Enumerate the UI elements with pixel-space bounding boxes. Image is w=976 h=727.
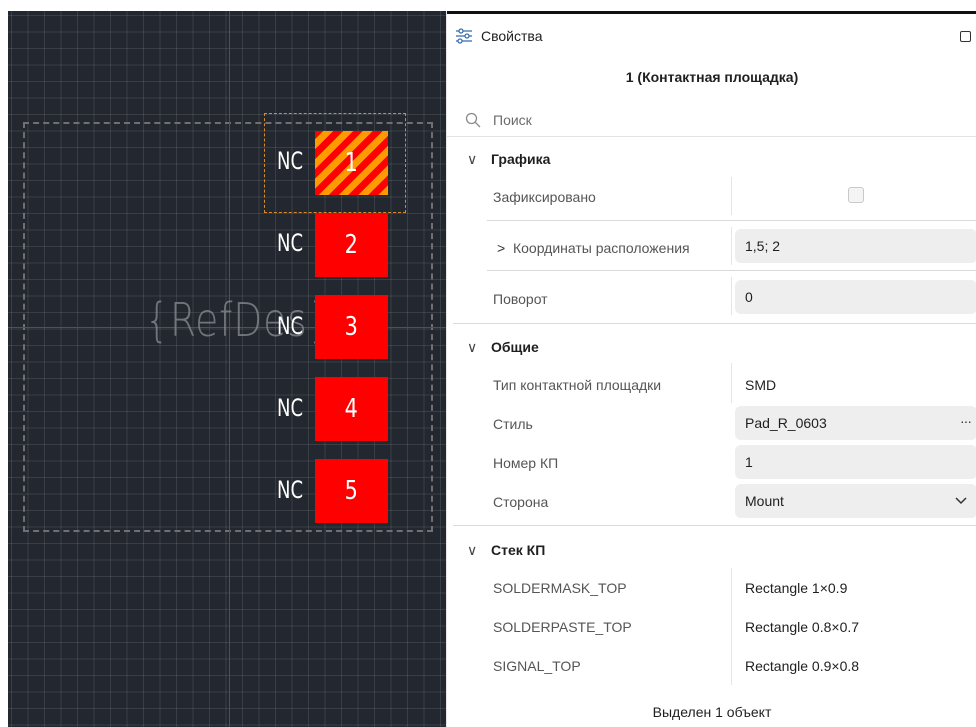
style-value: Pad_R_0603 (745, 415, 827, 431)
pad-number-field[interactable]: 1 (735, 445, 976, 479)
coords-value: 1,5; 2 (745, 238, 781, 254)
sliders-icon (456, 28, 472, 44)
pad-4[interactable]: 4 (315, 377, 388, 441)
chevron-down-icon (955, 497, 967, 505)
pad-number-value: 1 (745, 454, 753, 470)
section-title: Общие (491, 339, 539, 355)
fixed-checkbox[interactable] (848, 187, 864, 203)
rotation-value: 0 (745, 289, 753, 305)
coords-expand-row[interactable]: > Координаты расположения (497, 240, 690, 256)
style-field[interactable]: Pad_R_0603 ··· (735, 406, 976, 440)
panel-top-border (447, 11, 976, 14)
pad-2[interactable]: 2 (315, 213, 388, 277)
section-stack-header[interactable]: ∨ Стек КП (467, 542, 545, 559)
search-input[interactable]: Поиск (493, 112, 532, 128)
pad-net-label: NC (277, 312, 304, 340)
more-icon[interactable]: ··· (960, 413, 972, 429)
pad-5[interactable]: 5 (315, 459, 388, 523)
pcb-canvas[interactable]: {RefDes} NC 1 NC 2 NC 3 NC 4 NC 5 (8, 11, 446, 727)
search-icon (465, 112, 481, 128)
chevron-down-icon: ∨ (467, 151, 478, 167)
divider (447, 136, 976, 137)
column-divider (731, 227, 732, 265)
pad-net-label: NC (277, 476, 304, 504)
pad-net-label: NC (277, 394, 304, 422)
fixed-label: Зафиксировано (493, 189, 596, 205)
pad-number: 2 (344, 230, 359, 260)
rotation-label: Поворот (493, 291, 548, 307)
origin-axis-vertical (229, 11, 230, 727)
chevron-right-icon: > (497, 240, 506, 256)
pad-3[interactable]: 3 (315, 295, 388, 359)
section-title: Стек КП (491, 542, 546, 558)
rotation-field[interactable]: 0 (735, 280, 976, 314)
properties-panel: Свойства 1 (Контактная площадка) Поиск ∨… (446, 11, 976, 727)
stack-layer-label: SOLDERMASK_TOP (493, 580, 627, 596)
stack-layer-value: Rectangle 1×0.9 (745, 580, 848, 596)
column-divider (731, 363, 732, 403)
pad-type-value: SMD (745, 377, 777, 393)
stack-layer-value: Rectangle 0.8×0.7 (745, 619, 860, 635)
pad-number: 4 (344, 394, 359, 424)
chevron-down-icon: ∨ (467, 542, 478, 558)
selection-status: Выделен 1 объект (652, 704, 772, 720)
divider (487, 220, 976, 221)
stack-layer-label: SIGNAL_TOP (493, 658, 581, 674)
pad-number: 5 (344, 476, 359, 506)
chevron-down-icon: ∨ (467, 339, 478, 355)
column-divider (731, 568, 732, 685)
search-field[interactable]: Поиск (465, 105, 976, 135)
panel-title: Свойства (481, 28, 543, 44)
pad-type-label: Тип контактной площадки (493, 377, 662, 393)
stack-layer-value: Rectangle 0.9×0.8 (745, 658, 860, 674)
section-general-header[interactable]: ∨ Общие (467, 339, 539, 356)
refdes-label: {RefDes} (145, 293, 333, 347)
selection-box (264, 113, 406, 213)
section-graphics-header[interactable]: ∨ Графика (467, 151, 550, 168)
style-label: Стиль (493, 416, 533, 432)
column-divider (731, 277, 732, 315)
pad-number-label: Номер КП (493, 455, 559, 471)
maximize-icon[interactable] (960, 31, 971, 42)
divider (487, 270, 976, 271)
divider (453, 323, 976, 324)
stack-layer-label: SOLDERPASTE_TOP (493, 619, 632, 635)
section-title: Графика (491, 151, 551, 167)
side-value: Mount (745, 493, 784, 509)
pad-net-label: NC (277, 229, 304, 257)
side-label: Сторона (493, 494, 549, 510)
object-title: 1 (Контактная площадка) (625, 69, 799, 85)
column-divider (731, 177, 732, 215)
coords-field[interactable]: 1,5; 2 (735, 229, 976, 263)
coords-label: Координаты расположения (512, 240, 690, 256)
pad-number: 3 (344, 312, 359, 342)
divider (453, 525, 976, 526)
side-select[interactable]: Mount (735, 484, 976, 518)
